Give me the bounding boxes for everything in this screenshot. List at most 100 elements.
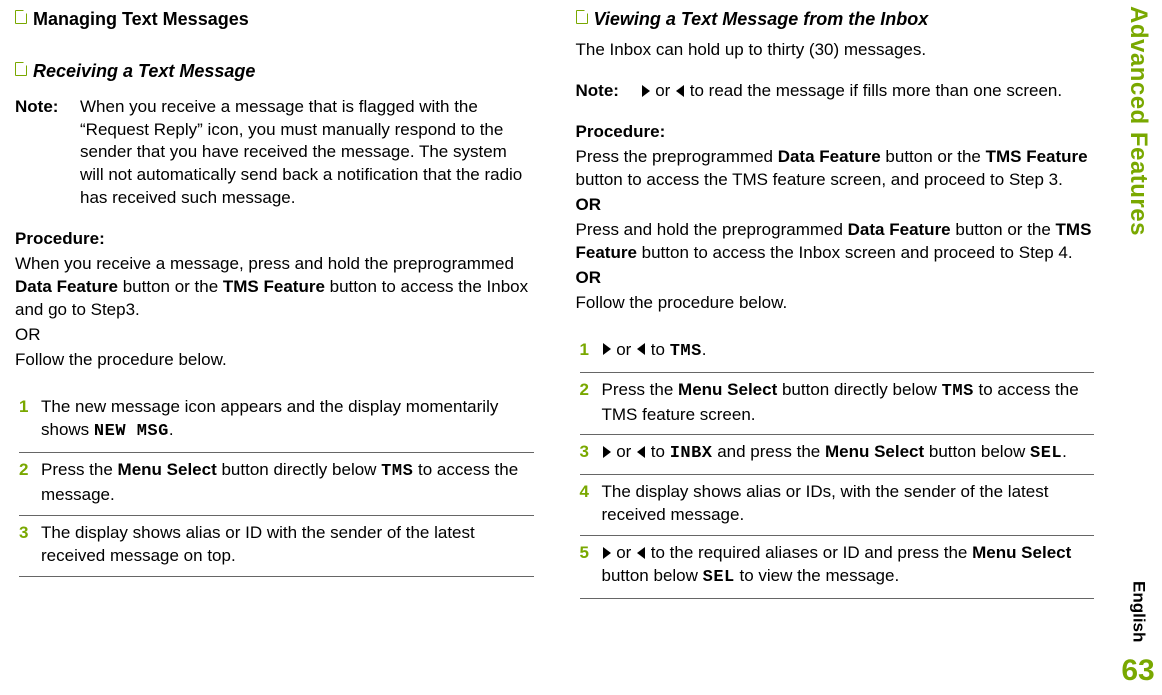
bold-text: Data Feature xyxy=(15,277,118,296)
text: button to access the Inbox screen and pr… xyxy=(637,243,1073,262)
bold-text: Menu Select xyxy=(118,460,217,479)
text: button directly below xyxy=(217,460,381,479)
step-body: or to the required aliases or ID and pre… xyxy=(602,542,1095,590)
text: Press the preprogrammed xyxy=(576,147,778,166)
left-column: Managing Text Messages Receiving a Text … xyxy=(5,5,552,690)
page: Managing Text Messages Receiving a Text … xyxy=(0,0,1162,695)
step-number: 2 xyxy=(19,459,33,507)
section-title: Advanced Features xyxy=(1122,6,1154,236)
arrow-right-icon xyxy=(603,343,611,355)
text: Press the xyxy=(41,460,118,479)
note-block: Note: When you receive a message that is… xyxy=(15,96,534,211)
language-label: English xyxy=(1127,581,1150,642)
text: to read the message if fills more than o… xyxy=(685,81,1062,100)
text: Press and hold the preprogrammed xyxy=(576,220,848,239)
lcd-text: TMS xyxy=(381,462,413,481)
step-number: 1 xyxy=(19,396,33,444)
text: . xyxy=(1062,442,1067,461)
text: and press the xyxy=(713,442,825,461)
content-columns: Managing Text Messages Receiving a Text … xyxy=(0,0,1114,695)
topic-icon xyxy=(15,10,27,24)
arrow-right-icon xyxy=(642,85,650,97)
text: Press the xyxy=(602,380,679,399)
topic-icon xyxy=(576,10,588,24)
step-row: 2 Press the Menu Select button directly … xyxy=(19,453,534,516)
step-body: The display shows alias or IDs, with the… xyxy=(602,481,1095,527)
text: to xyxy=(646,340,670,359)
arrow-left-icon xyxy=(637,547,645,559)
heading-receiving: Receiving a Text Message xyxy=(15,59,534,83)
procedure-or: OR xyxy=(576,267,1095,290)
step-number: 5 xyxy=(580,542,594,590)
heading-viewing: Viewing a Text Message from the Inbox xyxy=(576,7,1095,31)
step-row: 1 or to TMS. xyxy=(580,333,1095,373)
heading-text: Receiving a Text Message xyxy=(33,59,255,83)
right-column: Viewing a Text Message from the Inbox Th… xyxy=(552,5,1103,690)
step-row: 4 The display shows alias or IDs, with t… xyxy=(580,475,1095,536)
text: button below xyxy=(602,566,703,585)
step-row: 2 Press the Menu Select button directly … xyxy=(580,373,1095,436)
step-body: Press the Menu Select button directly be… xyxy=(41,459,534,507)
intro-text: The Inbox can hold up to thirty (30) mes… xyxy=(576,39,1095,62)
arrow-left-icon xyxy=(637,446,645,458)
step-body: The new message icon appears and the dis… xyxy=(41,396,534,444)
page-number: 63 xyxy=(1121,651,1154,692)
text: to the required aliases or ID and press … xyxy=(646,543,972,562)
lcd-text: SEL xyxy=(1030,444,1062,463)
arrow-left-icon xyxy=(637,343,645,355)
step-number: 3 xyxy=(19,522,33,568)
procedure-or: OR xyxy=(15,324,534,347)
step-body: Press the Menu Select button directly be… xyxy=(602,379,1095,427)
bold-text: TMS Feature xyxy=(986,147,1088,166)
step-body: or to TMS. xyxy=(602,339,1095,364)
text: or xyxy=(612,543,637,562)
lcd-text: INBX xyxy=(670,444,713,463)
text: . xyxy=(702,340,707,359)
step-number: 4 xyxy=(580,481,594,527)
bold-text: Menu Select xyxy=(972,543,1071,562)
procedure-p2: Press and hold the preprogrammed Data Fe… xyxy=(576,219,1095,265)
note-label: Note: xyxy=(15,96,70,211)
step-row: 3 The display shows alias or ID with the… xyxy=(19,516,534,577)
procedure-or: OR xyxy=(576,194,1095,217)
lcd-text: NEW MSG xyxy=(94,422,169,441)
step-row: 5 or to the required aliases or ID and p… xyxy=(580,536,1095,599)
text: button or the xyxy=(881,147,986,166)
step-row: 1 The new message icon appears and the d… xyxy=(19,390,534,453)
lcd-text: SEL xyxy=(703,568,735,587)
lcd-text: TMS xyxy=(942,382,974,401)
text: . xyxy=(169,420,174,439)
side-bottom: English 63 xyxy=(1121,581,1154,691)
text: to xyxy=(646,442,670,461)
lcd-text: TMS xyxy=(670,342,702,361)
text: or xyxy=(612,442,637,461)
bold-text: Menu Select xyxy=(678,380,777,399)
text: button or the xyxy=(118,277,223,296)
arrow-right-icon xyxy=(603,446,611,458)
note-label: Note: xyxy=(576,80,631,103)
procedure-follow: Follow the procedure below. xyxy=(15,349,534,372)
text: button directly below xyxy=(777,380,941,399)
text: to view the message. xyxy=(735,566,899,585)
arrow-left-icon xyxy=(676,85,684,97)
note-block: Note: or to read the message if fills mo… xyxy=(576,80,1095,103)
procedure-follow: Follow the procedure below. xyxy=(576,292,1095,315)
procedure-intro: When you receive a message, press and ho… xyxy=(15,253,534,322)
arrow-right-icon xyxy=(603,547,611,559)
text: When you receive a message, press and ho… xyxy=(15,254,514,273)
step-row: 3 or to INBX and press the Menu Select b… xyxy=(580,435,1095,475)
note-body: When you receive a message that is flagg… xyxy=(80,96,534,211)
step-number: 3 xyxy=(580,441,594,466)
step-body: or to INBX and press the Menu Select but… xyxy=(602,441,1095,466)
bold-text: Data Feature xyxy=(848,220,951,239)
bold-text: Data Feature xyxy=(778,147,881,166)
text: or xyxy=(651,81,676,100)
text: button to access the TMS feature screen,… xyxy=(576,170,1063,189)
side-margin: Advanced Features English 63 xyxy=(1114,0,1162,695)
procedure-p1: Press the preprogrammed Data Feature but… xyxy=(576,146,1095,192)
text: button below xyxy=(924,442,1030,461)
bold-text: TMS Feature xyxy=(223,277,325,296)
procedure-label: Procedure: xyxy=(15,228,534,251)
step-body: The display shows alias or ID with the s… xyxy=(41,522,534,568)
heading-managing: Managing Text Messages xyxy=(15,7,534,31)
